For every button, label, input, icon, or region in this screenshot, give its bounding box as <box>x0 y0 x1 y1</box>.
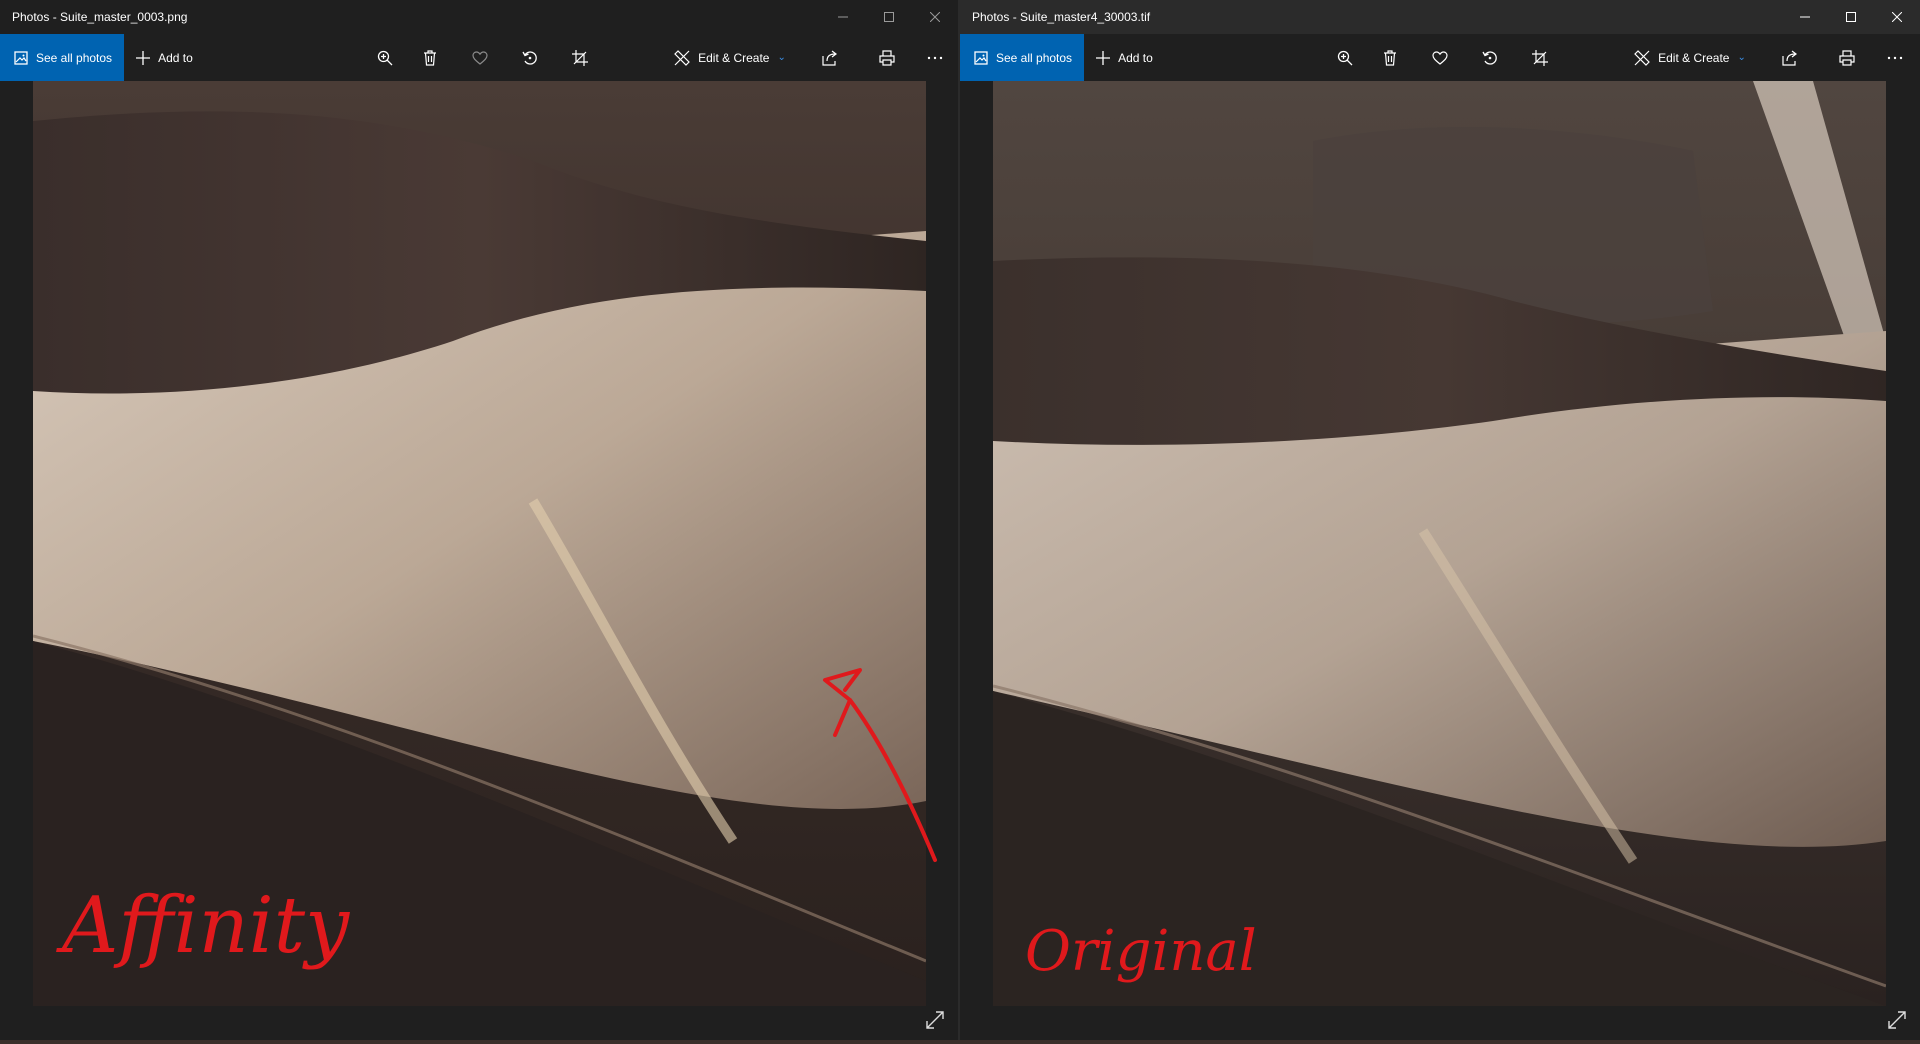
add-to-button[interactable]: Add to <box>124 34 205 81</box>
edit-create-label: Edit & Create <box>698 50 770 65</box>
heart-icon <box>1432 50 1448 65</box>
crop-button[interactable] <box>565 34 595 81</box>
photos-window-right: Photos - Suite_master4_30003.tif See all… <box>960 0 1920 1040</box>
favorite-button[interactable] <box>465 34 495 81</box>
expand-icon <box>1888 1011 1906 1029</box>
add-to-label: Add to <box>1118 50 1153 65</box>
rotate-button[interactable] <box>1475 34 1505 81</box>
add-to-label: Add to <box>158 50 193 65</box>
expand-icon <box>926 1011 944 1029</box>
toolbar: See all photos Add to Edit & Create ⌄ <box>960 34 1920 81</box>
photo-bed-affinity <box>33 81 926 1006</box>
zoom-button[interactable] <box>1330 34 1360 81</box>
maximize-icon <box>1846 12 1856 22</box>
expand-button[interactable] <box>926 1011 944 1034</box>
more-button[interactable] <box>1880 34 1910 81</box>
desktop: Photos - Suite_master_0003.png See all p… <box>0 0 1920 1044</box>
rotate-icon <box>1482 50 1497 65</box>
close-button[interactable] <box>1874 0 1920 34</box>
delete-button[interactable] <box>1375 34 1405 81</box>
see-all-photos-label: See all photos <box>996 50 1073 65</box>
share-icon <box>1782 50 1797 66</box>
photos-icon <box>14 50 28 65</box>
chevron-down-icon: ⌄ <box>1737 52 1746 63</box>
taskbar-edge <box>0 1040 1920 1044</box>
print-icon <box>1839 49 1855 66</box>
maximize-button[interactable] <box>866 0 912 34</box>
maximize-icon <box>884 12 894 22</box>
toolbar: See all photos Add to Edit & Create ⌄ <box>0 34 958 81</box>
favorite-button[interactable] <box>1425 34 1455 81</box>
plus-icon <box>1096 50 1111 65</box>
print-button[interactable] <box>1832 34 1862 81</box>
image-viewer[interactable] <box>0 81 958 1040</box>
see-all-photos-button[interactable]: See all photos <box>960 34 1085 81</box>
window-title: Photos - Suite_master_0003.png <box>12 10 188 24</box>
delete-icon <box>1384 49 1396 66</box>
close-icon <box>1892 12 1902 22</box>
edit-create-label: Edit & Create <box>1658 50 1730 65</box>
see-all-photos-label: See all photos <box>36 50 113 65</box>
share-icon <box>822 50 837 66</box>
expand-button[interactable] <box>1888 1011 1906 1034</box>
zoom-in-icon <box>1337 50 1353 65</box>
chevron-down-icon: ⌄ <box>777 52 786 63</box>
more-icon <box>927 56 943 59</box>
see-all-photos-button[interactable]: See all photos <box>0 34 125 81</box>
delete-icon <box>424 49 436 66</box>
crop-icon <box>1532 49 1548 66</box>
print-button[interactable] <box>872 34 902 81</box>
minimize-button[interactable] <box>1782 0 1828 34</box>
heart-icon <box>472 50 488 65</box>
share-button[interactable] <box>1775 34 1805 81</box>
crop-icon <box>572 49 588 66</box>
close-button[interactable] <box>912 0 958 34</box>
crop-button[interactable] <box>1525 34 1555 81</box>
more-icon <box>1887 56 1903 59</box>
rotate-icon <box>522 50 537 65</box>
window-controls <box>820 0 958 34</box>
maximize-button[interactable] <box>1828 0 1874 34</box>
minimize-icon <box>1800 16 1810 18</box>
zoom-button[interactable] <box>370 34 400 81</box>
close-icon <box>930 12 940 22</box>
edit-create-icon <box>1634 49 1650 66</box>
minimize-button[interactable] <box>820 0 866 34</box>
window-controls <box>1782 0 1920 34</box>
photos-icon <box>974 50 988 65</box>
delete-button[interactable] <box>415 34 445 81</box>
edit-create-icon <box>674 49 690 66</box>
title-bar[interactable]: Photos - Suite_master_0003.png <box>0 0 958 34</box>
share-button[interactable] <box>815 34 845 81</box>
more-button[interactable] <box>920 34 950 81</box>
rotate-button[interactable] <box>515 34 545 81</box>
edit-create-button[interactable]: Edit & Create ⌄ <box>1630 34 1750 81</box>
photo-bed-original <box>993 81 1886 1006</box>
zoom-in-icon <box>377 50 393 65</box>
title-bar[interactable]: Photos - Suite_master4_30003.tif <box>960 0 1920 34</box>
edit-create-button[interactable]: Edit & Create ⌄ <box>670 34 790 81</box>
photos-window-left: Photos - Suite_master_0003.png See all p… <box>0 0 960 1040</box>
minimize-icon <box>838 16 848 18</box>
print-icon <box>879 49 895 66</box>
image-viewer[interactable] <box>960 81 1920 1040</box>
add-to-button[interactable]: Add to <box>1084 34 1165 81</box>
plus-icon <box>136 50 151 65</box>
window-title: Photos - Suite_master4_30003.tif <box>972 10 1151 24</box>
